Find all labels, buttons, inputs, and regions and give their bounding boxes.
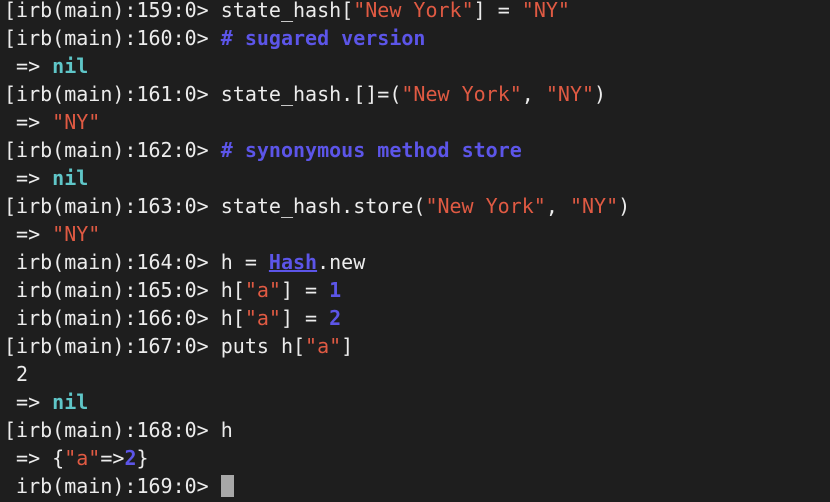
code-text: irb(main):165:0> h[ — [4, 278, 245, 302]
string-literal: "NY" — [569, 194, 619, 218]
nil-keyword: nil — [52, 54, 89, 78]
string-literal: "a" — [305, 334, 342, 358]
terminal-line: => "NY" — [4, 220, 630, 248]
code-text: [irb(main):161:0> state_hash.[]=( — [4, 82, 402, 106]
number-literal: 1 — [329, 278, 342, 302]
terminal-line: irb(main):169:0> — [4, 472, 630, 500]
code-text: => — [4, 54, 53, 78]
code-text: ] = — [473, 0, 522, 22]
text-cursor[interactable] — [220, 475, 234, 497]
string-literal: "NY" — [52, 222, 101, 246]
code-text: ] = — [280, 278, 330, 302]
terminal-output: [irb(main):159:0> state_hash["New York"]… — [4, 0, 630, 500]
code-text: } — [136, 446, 149, 470]
code-text: => — [4, 222, 53, 246]
number-literal: 2 — [329, 306, 342, 330]
code-text: => — [100, 446, 125, 470]
terminal-line: [irb(main):162:0> # synonymous method st… — [4, 136, 630, 164]
terminal-line: irb(main):166:0> h["a"] = 2 — [4, 304, 630, 332]
terminal-line: => nil — [4, 52, 630, 80]
terminal-line: irb(main):165:0> h["a"] = 1 — [4, 276, 630, 304]
terminal-line: => "NY" — [4, 108, 630, 136]
number-literal: 2 — [124, 446, 137, 470]
terminal-line: [irb(main):167:0> puts h["a"] — [4, 332, 630, 360]
terminal-line: 2 — [4, 360, 630, 388]
terminal-line: irb(main):164:0> h = Hash.new — [4, 248, 630, 276]
nil-keyword: nil — [52, 390, 89, 414]
code-text: [irb(main):163:0> state_hash.store( — [4, 194, 426, 218]
terminal-window[interactable]: [irb(main):159:0> state_hash["New York"]… — [0, 0, 830, 502]
code-comment: # sugared version — [220, 26, 426, 50]
code-text: => — [4, 166, 53, 190]
string-literal: "a" — [244, 306, 281, 330]
code-text: [irb(main):168:0> h — [4, 418, 233, 442]
class-constant[interactable]: Hash — [269, 250, 317, 274]
code-text: irb(main):164:0> h = — [4, 250, 269, 274]
string-literal: "a" — [64, 446, 101, 470]
string-literal: "a" — [244, 278, 281, 302]
terminal-line: => {"a"=>2} — [4, 444, 630, 472]
code-text: [irb(main):160:0> — [4, 26, 221, 50]
code-text: , — [545, 194, 570, 218]
code-text: [irb(main):162:0> — [4, 138, 221, 162]
terminal-line: [irb(main):163:0> state_hash.store("New … — [4, 192, 630, 220]
terminal-line: [irb(main):160:0> # sugared version — [4, 24, 630, 52]
string-literal: "NY" — [545, 82, 595, 106]
code-text: irb(main):166:0> h[ — [4, 306, 245, 330]
code-text: ) — [618, 194, 631, 218]
code-text: => — [4, 110, 53, 134]
terminal-line: => nil — [4, 388, 630, 416]
code-comment: # synonymous method store — [220, 138, 522, 162]
code-text: 2 — [4, 362, 29, 386]
code-text: => { — [4, 446, 65, 470]
code-text: ] = — [280, 306, 330, 330]
nil-keyword: nil — [52, 166, 89, 190]
code-text: [irb(main):167:0> puts h[ — [4, 334, 306, 358]
code-text: ) — [594, 82, 607, 106]
code-text: ] — [341, 334, 354, 358]
terminal-line: => nil — [4, 164, 630, 192]
terminal-line: [irb(main):159:0> state_hash["New York"]… — [4, 0, 630, 24]
terminal-line: [irb(main):168:0> h — [4, 416, 630, 444]
code-text: [irb(main):159:0> state_hash[ — [4, 0, 354, 22]
code-text: , — [521, 82, 546, 106]
string-literal: "New York" — [425, 194, 546, 218]
code-text: irb(main):169:0> — [4, 474, 221, 498]
code-text: => — [4, 390, 53, 414]
string-literal: "New York" — [353, 0, 474, 22]
terminal-line: [irb(main):161:0> state_hash.[]=("New Yo… — [4, 80, 630, 108]
string-literal: "New York" — [401, 82, 522, 106]
string-literal: "NY" — [521, 0, 570, 22]
code-text: .new — [317, 250, 366, 274]
string-literal: "NY" — [52, 110, 101, 134]
